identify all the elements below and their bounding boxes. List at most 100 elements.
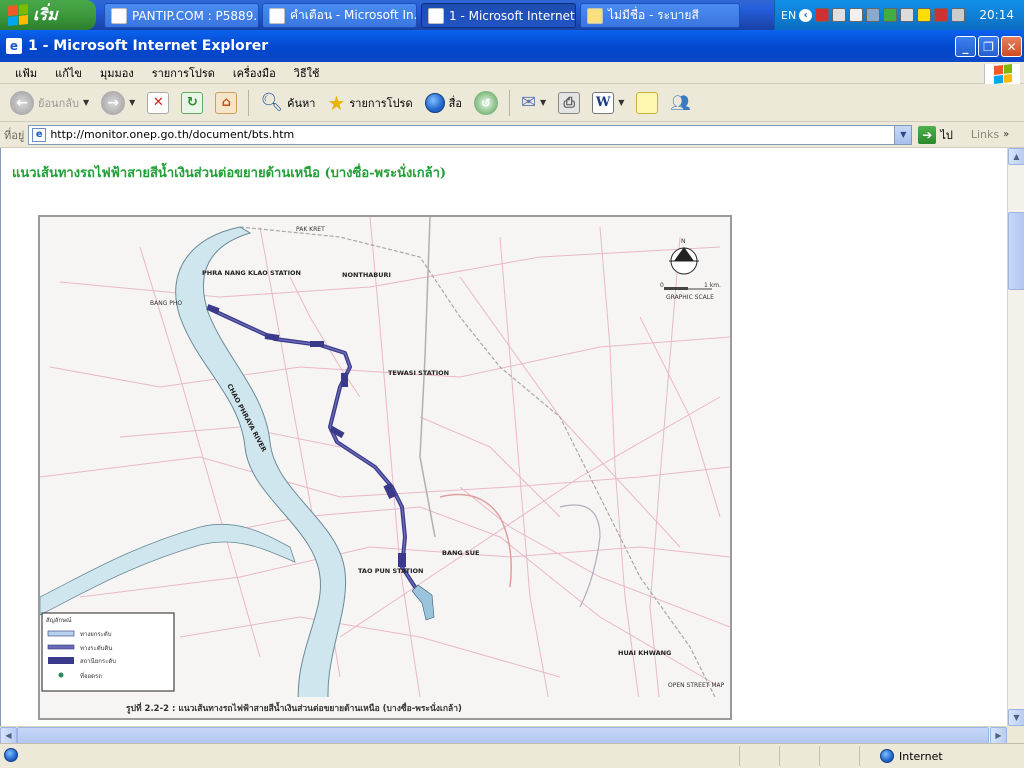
messenger-button[interactable]: 👥︎ xyxy=(666,88,694,118)
language-indicator[interactable]: EN xyxy=(781,9,796,22)
legend-item: สถานียกระดับ xyxy=(80,657,116,665)
mail-button[interactable]: ✉ ▼ xyxy=(517,88,550,118)
history-button[interactable]: ↺ xyxy=(470,88,502,118)
scale-zero: 0 xyxy=(660,282,664,289)
history-icon: ↺ xyxy=(473,90,498,115)
map-legend: สัญลักษณ์ ทางยกระดับ ทางระดับดิน สถานียก… xyxy=(41,612,175,692)
network-icon[interactable] xyxy=(832,8,847,22)
status-bar: Internet xyxy=(0,743,1024,768)
tray-app-icon[interactable] xyxy=(866,8,881,22)
ie-page-icon xyxy=(428,7,444,24)
taskbar-item-label: ไม่มีชื่อ - ระบายสี xyxy=(608,8,699,22)
page-status-icon xyxy=(4,748,18,762)
edit-word-button[interactable]: W ▼ xyxy=(588,88,628,118)
home-icon: ⌂ xyxy=(215,91,238,114)
menu-help[interactable]: วิธีใช้ xyxy=(287,62,327,84)
canal-shape xyxy=(40,523,296,616)
close-button[interactable]: ✕ xyxy=(1001,36,1022,57)
taskbar-item-ie-active[interactable]: 1 - Microsoft Internet... xyxy=(421,3,576,28)
vertical-scrollbar[interactable]: ▲ ▼ xyxy=(1007,148,1024,726)
ie-window-icon[interactable]: e xyxy=(6,38,22,54)
menu-view[interactable]: มุมมอง xyxy=(93,62,141,84)
windows-logo-icon xyxy=(8,3,28,27)
forward-button[interactable]: → ▼ xyxy=(97,88,139,118)
menu-favorites[interactable]: รายการโปรด xyxy=(145,62,222,84)
chevron-right-icon[interactable]: » xyxy=(1003,129,1009,140)
scroll-right-button[interactable]: ▶ xyxy=(990,727,1007,744)
map-label-bang-pho: BANG PHO xyxy=(150,300,182,307)
address-dropdown-button[interactable]: ▼ xyxy=(894,125,912,144)
show-hidden-icons-icon[interactable]: ‹ xyxy=(799,8,813,22)
restore-button[interactable]: ❐ xyxy=(978,36,999,57)
tray-app-icon[interactable] xyxy=(883,8,898,22)
tray-app-icon[interactable] xyxy=(849,8,864,22)
media-label: สื่อ xyxy=(448,96,462,110)
minimize-button[interactable]: _ xyxy=(955,36,976,57)
back-button[interactable]: ← ย้อนกลับ ▼ xyxy=(6,88,93,118)
horizontal-scrollbar[interactable]: ◀ ▶ xyxy=(0,726,1007,744)
window-title: 1 - Microsoft Internet Explorer xyxy=(28,38,269,54)
print-button[interactable]: ⎙ xyxy=(554,88,584,118)
chevron-down-icon[interactable]: ▼ xyxy=(618,98,624,107)
page-heading: แนวเส้นทางรถไฟฟ้าสายสีน้ำเงินส่วนต่อขยาย… xyxy=(12,166,447,181)
refresh-button[interactable]: ↻ xyxy=(177,88,207,118)
warning-icon[interactable] xyxy=(917,8,932,22)
chevron-down-icon[interactable]: ▼ xyxy=(83,98,89,107)
chevron-down-icon[interactable]: ▼ xyxy=(129,98,135,107)
go-arrow-icon: ➔ xyxy=(918,125,937,144)
favorites-button[interactable]: ★ รายการโปรด xyxy=(323,88,416,118)
status-segment xyxy=(740,746,780,766)
scroll-up-button[interactable]: ▲ xyxy=(1008,148,1024,165)
volume-icon[interactable] xyxy=(951,8,966,22)
ie-page-icon xyxy=(111,7,127,24)
security-zone[interactable]: Internet xyxy=(880,749,943,763)
media-button[interactable]: สื่อ xyxy=(421,88,466,118)
tray-app-icon[interactable] xyxy=(900,8,915,22)
home-button[interactable]: ⌂ xyxy=(211,88,241,118)
scroll-down-button[interactable]: ▼ xyxy=(1008,709,1024,726)
windows-throbber xyxy=(984,64,1020,84)
zone-label: Internet xyxy=(899,749,943,763)
taskbar-item-pantip[interactable]: PANTIP.COM : P5889... xyxy=(104,3,259,28)
page-icon: e xyxy=(32,127,47,142)
map-label-pak-kret: PAK KRET xyxy=(296,226,325,233)
scrollbar-corner xyxy=(1007,726,1024,743)
go-button[interactable]: ➔ ไป xyxy=(918,125,953,144)
vertical-scroll-thumb[interactable] xyxy=(1008,212,1024,290)
favorites-star-icon: ★ xyxy=(327,90,346,115)
chevron-down-icon[interactable]: ▼ xyxy=(540,98,546,107)
map-label-tao-pun: TAO PUN STATION xyxy=(358,567,423,575)
menu-edit[interactable]: แก้ไข xyxy=(48,62,89,84)
discuss-button[interactable] xyxy=(632,88,662,118)
forward-arrow-icon: → xyxy=(101,90,126,115)
taskbar-item-warning[interactable]: คำเตือน - Microsoft In... xyxy=(262,3,417,28)
address-field[interactable]: e ▼ xyxy=(28,124,913,145)
map-label-bang-sue: BANG SUE xyxy=(442,549,479,557)
window-titlebar[interactable]: e 1 - Microsoft Internet Explorer _ ❐ ✕ xyxy=(0,30,1024,62)
stop-button[interactable]: ✕ xyxy=(143,88,173,118)
menu-tools[interactable]: เครื่องมือ xyxy=(226,62,283,84)
security-icon[interactable] xyxy=(934,8,949,22)
menu-file[interactable]: แฟ้ม xyxy=(8,62,44,84)
links-label[interactable]: Links xyxy=(971,128,999,141)
favorites-label: รายการโปรด xyxy=(349,96,413,110)
legend-item: ทางระดับดิน xyxy=(80,645,112,652)
clock[interactable]: 20:14 xyxy=(979,8,1024,22)
map-label-huai-khwang: HUAI KHWANG xyxy=(618,649,671,657)
search-button[interactable]: 🔍︎ ค้นหา xyxy=(256,88,319,118)
stop-icon: ✕ xyxy=(147,91,170,114)
address-label: ที่อยู่ xyxy=(4,128,25,142)
scroll-left-button[interactable]: ◀ xyxy=(0,727,17,744)
map-label-nonthaburi: NONTHABURI xyxy=(342,271,391,279)
legend-title: สัญลักษณ์ xyxy=(46,616,72,624)
toolbar-separator xyxy=(248,89,250,116)
toolbar-separator xyxy=(508,89,510,116)
start-button[interactable]: เริ่ม xyxy=(0,0,96,30)
horizontal-scroll-thumb[interactable] xyxy=(17,727,989,744)
tray-app-icon[interactable] xyxy=(815,8,830,22)
address-input[interactable] xyxy=(50,128,891,141)
status-segment xyxy=(820,746,860,766)
map-credit: OPEN STREET MAP xyxy=(668,682,725,689)
rail-line xyxy=(419,217,436,538)
taskbar-item-paint[interactable]: ไม่มีชื่อ - ระบายสี xyxy=(580,3,740,28)
